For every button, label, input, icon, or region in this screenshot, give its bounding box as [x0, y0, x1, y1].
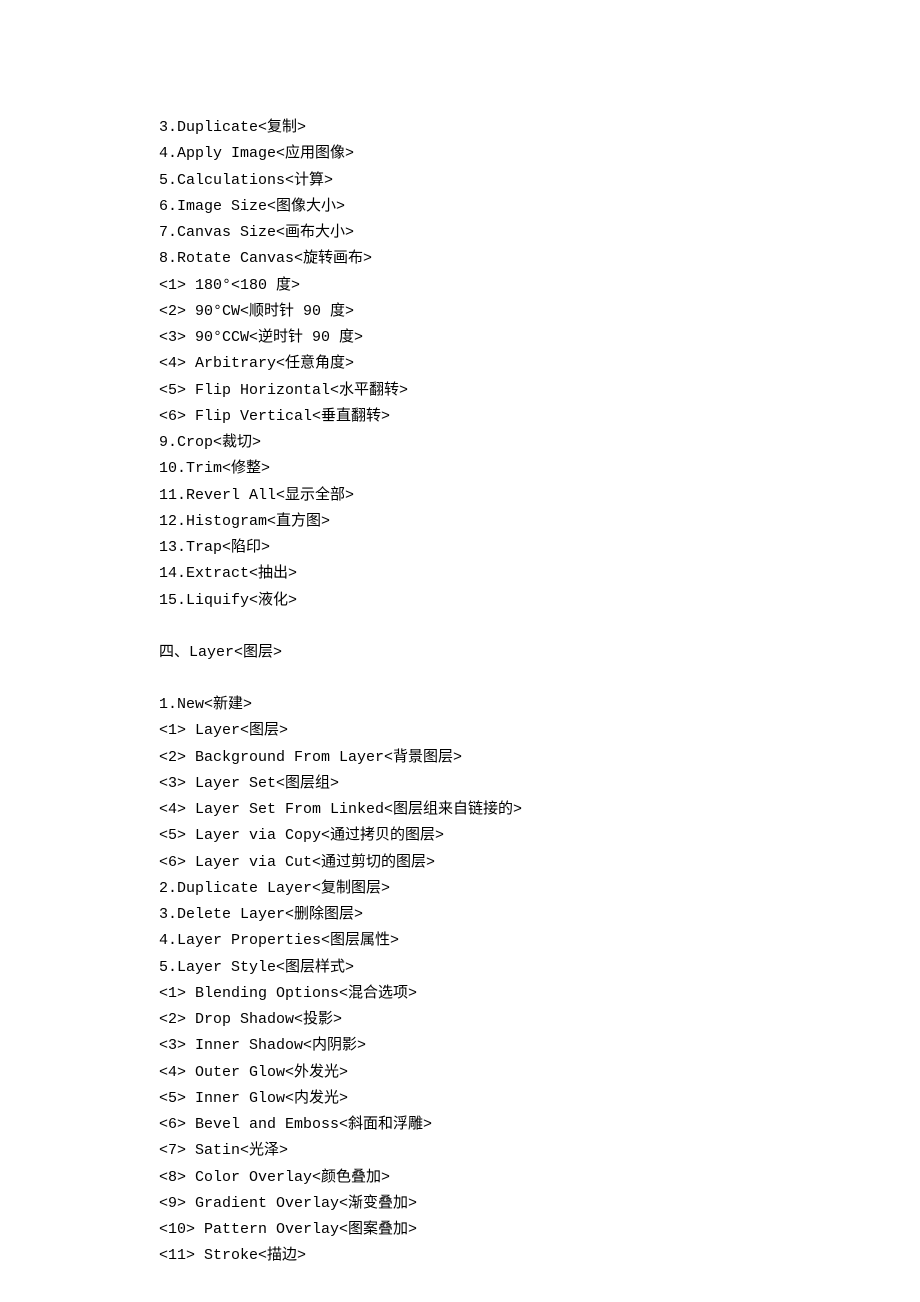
text-line: 2.Duplicate Layer<复制图层>	[159, 876, 920, 902]
text-line: <6> Bevel and Emboss<斜面和浮雕>	[159, 1112, 920, 1138]
text-line: 7.Canvas Size<画布大小>	[159, 220, 920, 246]
text-line: 9.Crop<裁切>	[159, 430, 920, 456]
text-line: 14.Extract<抽出>	[159, 561, 920, 587]
text-line: <4> Outer Glow<外发光>	[159, 1060, 920, 1086]
text-line: 15.Liquify<液化>	[159, 588, 920, 614]
text-line: 8.Rotate Canvas<旋转画布>	[159, 246, 920, 272]
text-line: 3.Duplicate<复制>	[159, 115, 920, 141]
text-line: <1> 180°<180 度>	[159, 273, 920, 299]
text-line: <3> Layer Set<图层组>	[159, 771, 920, 797]
text-line: <1> Blending Options<混合选项>	[159, 981, 920, 1007]
text-line: <8> Color Overlay<颜色叠加>	[159, 1165, 920, 1191]
text-line: 4.Layer Properties<图层属性>	[159, 928, 920, 954]
text-line: 1.New<新建>	[159, 692, 920, 718]
text-line: <5> Flip Horizontal<水平翻转>	[159, 378, 920, 404]
text-line: 12.Histogram<直方图>	[159, 509, 920, 535]
text-line: <9> Gradient Overlay<渐变叠加>	[159, 1191, 920, 1217]
text-line: <7> Satin<光泽>	[159, 1138, 920, 1164]
text-line: 13.Trap<陷印>	[159, 535, 920, 561]
text-line: <3> 90°CCW<逆时针 90 度>	[159, 325, 920, 351]
text-line: 5.Layer Style<图层样式>	[159, 955, 920, 981]
section-heading: 四、Layer<图层>	[159, 640, 920, 666]
text-line: <6> Flip Vertical<垂直翻转>	[159, 404, 920, 430]
text-line: <5> Inner Glow<内发光>	[159, 1086, 920, 1112]
text-line: <3> Inner Shadow<内阴影>	[159, 1033, 920, 1059]
text-line: <4> Layer Set From Linked<图层组来自链接的>	[159, 797, 920, 823]
text-line: <10> Pattern Overlay<图案叠加>	[159, 1217, 920, 1243]
blank-line	[159, 666, 920, 692]
text-line: 4.Apply Image<应用图像>	[159, 141, 920, 167]
text-line: <2> 90°CW<顺时针 90 度>	[159, 299, 920, 325]
document-page: 3.Duplicate<复制> 4.Apply Image<应用图像> 5.Ca…	[0, 0, 920, 1302]
text-line: 11.Reverl All<显示全部>	[159, 483, 920, 509]
text-line: <6> Layer via Cut<通过剪切的图层>	[159, 850, 920, 876]
text-line: <2> Background From Layer<背景图层>	[159, 745, 920, 771]
text-line: <11> Stroke<描边>	[159, 1243, 920, 1269]
text-line: <1> Layer<图层>	[159, 718, 920, 744]
text-line: 6.Image Size<图像大小>	[159, 194, 920, 220]
text-line: <5> Layer via Copy<通过拷贝的图层>	[159, 823, 920, 849]
blank-line	[159, 614, 920, 640]
text-line: 10.Trim<修整>	[159, 456, 920, 482]
text-line: 3.Delete Layer<删除图层>	[159, 902, 920, 928]
text-line: <4> Arbitrary<任意角度>	[159, 351, 920, 377]
text-line: <2> Drop Shadow<投影>	[159, 1007, 920, 1033]
text-line: 5.Calculations<计算>	[159, 168, 920, 194]
